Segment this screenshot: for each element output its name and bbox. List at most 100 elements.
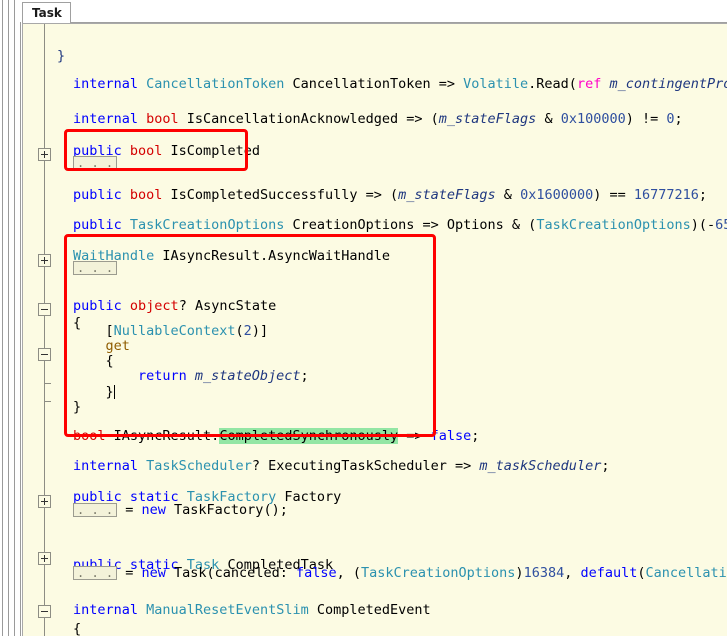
code-line[interactable]: . . . = new Task(canceled: false, (TaskC…: [73, 565, 727, 581]
code-text-area[interactable]: } internal CancellationToken Cancellatio…: [57, 24, 727, 636]
code-token: public: [73, 217, 130, 233]
collapse-region-icon[interactable]: [38, 348, 51, 361]
code-token: TaskScheduler: [146, 458, 252, 474]
collapsed-region-ellipsis[interactable]: . . .: [73, 156, 118, 170]
code-token: m_taskScheduler: [479, 458, 602, 474]
window-splitter-bar[interactable]: [20, 22, 21, 636]
collapse-region-icon[interactable]: [38, 605, 51, 618]
outlining-margin[interactable]: [23, 24, 57, 636]
code-line[interactable]: internal TaskScheduler? ExecutingTaskSch…: [73, 458, 609, 474]
code-token: internal: [73, 76, 147, 92]
code-token: IsCompleted: [162, 143, 260, 159]
code-token: =>: [398, 428, 431, 444]
code-token: m_stateFlags: [438, 111, 537, 127]
code-token: &: [495, 187, 521, 203]
code-token: get: [105, 338, 130, 354]
code-line[interactable]: }: [105, 384, 115, 400]
expand-region-icon[interactable]: [38, 254, 51, 267]
code-token: false: [430, 428, 472, 444]
code-token: 16777216: [633, 187, 699, 203]
code-token: ): [515, 565, 524, 581]
code-token: internal: [73, 458, 147, 474]
tab-task[interactable]: Task: [22, 2, 71, 23]
code-line[interactable]: public object? AsyncState: [73, 298, 276, 314]
code-token: bool: [73, 428, 106, 444]
code-line[interactable]: internal ManualResetEventSlim CompletedE…: [73, 602, 431, 618]
code-line[interactable]: . . .: [73, 260, 118, 276]
code-token: =: [117, 565, 142, 581]
code-line[interactable]: }: [73, 399, 81, 415]
collapsed-region-ellipsis[interactable]: . . .: [73, 566, 118, 580]
code-token: m_contingentProperties: [609, 76, 727, 92]
code-token: m_stateFlags: [398, 187, 496, 203]
code-token: ? AsyncState: [178, 298, 277, 314]
code-token: (: [235, 323, 244, 339]
code-token: ManualResetEventSlim: [146, 602, 309, 618]
code-token: TaskCreationOptions: [360, 565, 516, 581]
code-token: 0x100000: [560, 111, 626, 127]
code-line[interactable]: internal CancellationToken CancellationT…: [73, 76, 727, 92]
code-token: default: [580, 565, 638, 581]
code-token: =: [117, 502, 142, 518]
code-token: CreationOptions => Options & (: [284, 217, 537, 233]
code-token: false: [295, 565, 337, 581]
code-token: (: [637, 565, 646, 581]
window-frame-bar: [2, 0, 3, 636]
code-token: 0: [666, 111, 675, 127]
code-token: )(-: [690, 217, 716, 233]
code-line[interactable]: bool IAsyncResult.CompletedSynchronously…: [73, 428, 479, 444]
code-token: CancellationToken: [645, 565, 727, 581]
code-token: NullableContext: [113, 323, 236, 339]
code-token: , (: [336, 565, 361, 581]
code-token: object: [129, 298, 179, 314]
code-token: bool: [129, 187, 163, 203]
code-token: return: [137, 368, 195, 384]
code-token: public: [73, 187, 130, 203]
code-token: CancellationToken: [146, 76, 285, 92]
code-line[interactable]: get: [105, 338, 129, 354]
code-line[interactable]: public TaskCreationOptions CreationOptio…: [73, 217, 727, 233]
code-token: }: [73, 399, 82, 415]
code-line[interactable]: {: [73, 621, 81, 636]
code-line[interactable]: WaitHandle IAsyncResult.AsyncWaitHandle: [73, 248, 390, 264]
outlining-tick: [44, 401, 51, 402]
expand-region-icon[interactable]: [38, 552, 51, 565]
collapsed-region-ellipsis[interactable]: . . .: [73, 261, 118, 275]
code-line[interactable]: {: [105, 353, 113, 369]
code-line[interactable]: public bool IsCompletedSuccessfully => (…: [73, 187, 707, 203]
expand-region-icon[interactable]: [38, 148, 51, 161]
outlining-guide-line: [44, 24, 45, 636]
code-token: 2: [243, 323, 252, 339]
code-token: }: [105, 384, 114, 400]
code-token: CancellationToken =>: [284, 76, 464, 92]
code-token: 0x1600000: [520, 187, 594, 203]
code-token: ;: [601, 458, 610, 474]
code-editor-window: Task } internal CancellationToken Cancel…: [0, 0, 727, 636]
code-token: TaskFactory: [174, 502, 264, 518]
code-token: IsCompletedSuccessfully => (: [162, 187, 399, 203]
code-token: ;: [674, 111, 683, 127]
collapse-region-icon[interactable]: [38, 303, 51, 316]
code-token: {: [73, 621, 82, 636]
code-token: {: [73, 315, 82, 331]
window-frame-bar: [8, 0, 9, 636]
code-line[interactable]: return m_stateObject;: [138, 368, 309, 384]
code-token: Volatile: [463, 76, 529, 92]
collapsed-region-ellipsis[interactable]: . . .: [73, 503, 118, 517]
code-token: &: [536, 111, 561, 127]
code-line[interactable]: . . .: [73, 155, 118, 171]
code-token: ();: [263, 502, 288, 518]
code-token: ) ==: [593, 187, 634, 203]
code-token: TaskCreationOptions: [129, 217, 285, 233]
code-token: .Read(: [528, 76, 577, 92]
code-token: 65281: [715, 217, 727, 233]
code-line[interactable]: {: [73, 315, 81, 331]
code-line[interactable]: internal bool IsCancellationAcknowledged…: [73, 111, 683, 127]
search-match-highlight: CompletedSynchronously: [219, 428, 399, 444]
code-line[interactable]: . . . = new TaskFactory();: [73, 502, 288, 518]
code-token: IAsyncResult.AsyncWaitHandle: [154, 248, 390, 264]
expand-region-icon[interactable]: [38, 495, 51, 508]
tab-strip: Task: [22, 0, 727, 23]
code-token: 16384: [523, 565, 565, 581]
code-line[interactable]: [NullableContext(2)]: [105, 323, 268, 339]
